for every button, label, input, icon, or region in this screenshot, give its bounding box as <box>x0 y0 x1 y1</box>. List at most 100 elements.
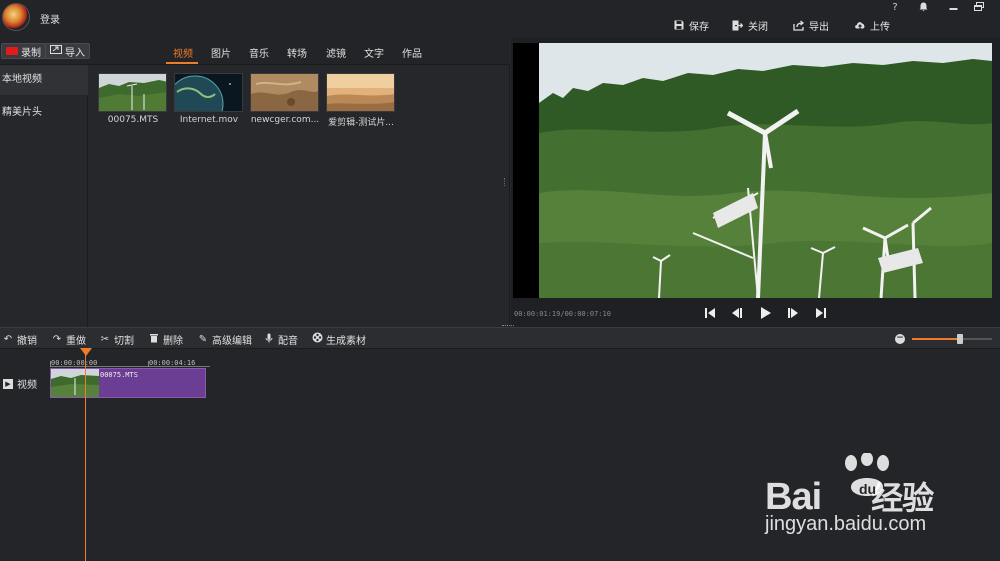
upload-icon <box>854 20 865 31</box>
sidebar-item-local-video[interactable]: 本地视频 <box>0 65 88 95</box>
active-tab-indicator <box>166 62 198 64</box>
next-frame-button[interactable] <box>786 306 800 320</box>
media-name: Internet.mov <box>179 115 239 125</box>
trash-icon <box>149 333 159 346</box>
save-icon <box>673 20 684 31</box>
svg-text:du: du <box>859 481 876 497</box>
export-label: 导出 <box>809 21 829 33</box>
tab-filters[interactable]: 滤镜 <box>326 45 346 60</box>
zoom-slider[interactable] <box>912 334 992 344</box>
cut-button[interactable]: ✂ 切割 <box>100 333 134 347</box>
delete-label: 删除 <box>163 335 183 347</box>
redo-button[interactable]: ↷ 重做 <box>52 333 86 347</box>
media-name: 00075.MTS <box>107 115 159 125</box>
video-player[interactable] <box>513 43 992 298</box>
media-toolbar: 录制 导入 视频 图片 音乐 转场 滤镜 文字 作品 <box>0 38 510 65</box>
skip-end-button[interactable] <box>814 306 828 320</box>
media-name: newcger.com... <box>250 115 320 125</box>
media-thumb-newcger[interactable] <box>250 73 319 112</box>
title-bar: 登录 ? 保存 关闭 导出 上传 <box>0 0 1000 38</box>
track-play-icon[interactable]: ▶ <box>3 378 13 389</box>
microphone-icon <box>264 333 274 346</box>
timeline-toolbar: ↶ 撤销 ↷ 重做 ✂ 切割 删除 ✎ 高级编辑 配音 生成素材 − <box>0 325 1000 349</box>
baidu-jingyan-watermark: Bai 经验 du jingyan.baidu.com <box>765 453 995 543</box>
video-track-header[interactable]: ▶ 视频 <box>3 376 37 391</box>
dub-label: 配音 <box>278 335 298 347</box>
prev-frame-button[interactable] <box>730 306 744 320</box>
help-button[interactable]: ? <box>888 2 902 13</box>
clip-label: 00075.MTS <box>100 371 138 379</box>
media-thumb-aijianji[interactable] <box>326 73 395 112</box>
generate-material-button[interactable]: 生成素材 <box>312 332 366 347</box>
skip-end-icon <box>816 308 826 318</box>
timeline-clip[interactable]: 00075.MTS <box>50 368 206 398</box>
record-button[interactable]: 录制 <box>1 43 46 59</box>
bell-icon[interactable] <box>916 2 930 15</box>
undo-button[interactable]: ↶ 撤销 <box>3 333 37 347</box>
dub-button[interactable]: 配音 <box>264 333 298 347</box>
close-project-label: 关闭 <box>748 21 768 33</box>
film-reel-icon <box>312 332 323 346</box>
login-link[interactable]: 登录 <box>40 11 60 26</box>
undo-icon: ↶ <box>3 333 13 345</box>
next-frame-icon <box>788 308 798 318</box>
minimize-button[interactable] <box>946 2 960 15</box>
redo-icon: ↷ <box>52 333 62 345</box>
landscape-thumbnail <box>99 74 166 111</box>
watermark-url: jingyan.baidu.com <box>765 513 927 535</box>
tab-works[interactable]: 作品 <box>402 45 422 60</box>
sunset-thumbnail <box>327 74 394 111</box>
pencil-icon: ✎ <box>198 333 208 345</box>
save-label: 保存 <box>689 21 709 33</box>
zoom-slider-fill <box>912 338 960 340</box>
ruler-label: 00:00:00:00 <box>51 359 98 367</box>
delete-button[interactable]: 删除 <box>149 333 183 347</box>
preview-timecode: 00:00:01:19/00:00:07:10 <box>514 310 611 318</box>
scissors-icon: ✂ <box>100 333 110 345</box>
play-icon <box>761 307 771 319</box>
tab-video[interactable]: 视频 <box>173 45 193 60</box>
globe-thumbnail <box>175 74 242 111</box>
video-frame <box>513 43 992 298</box>
playhead[interactable] <box>85 349 86 561</box>
advanced-edit-label: 高级编辑 <box>212 335 252 347</box>
clip-thumbnail <box>51 369 99 397</box>
media-sidebar: 本地视频 精美片头 <box>0 65 88 327</box>
panel-resize-handle[interactable] <box>502 325 514 327</box>
media-panel: 录制 导入 视频 图片 音乐 转场 滤镜 文字 作品 本地视频 精美片头 000… <box>0 38 510 327</box>
zoom-out-button[interactable]: − <box>895 334 905 344</box>
skip-start-icon <box>705 308 715 318</box>
restore-button[interactable] <box>972 2 986 15</box>
video-track-label: 视频 <box>17 380 37 391</box>
tab-text[interactable]: 文字 <box>364 45 384 60</box>
close-project-icon <box>732 20 744 31</box>
export-button[interactable]: 导出 <box>793 18 829 33</box>
media-thumb-00075[interactable] <box>98 73 167 112</box>
play-button[interactable] <box>758 306 772 320</box>
save-button[interactable]: 保存 <box>673 18 709 33</box>
upload-button[interactable]: 上传 <box>854 18 890 33</box>
playhead-handle[interactable] <box>80 348 92 356</box>
tab-images[interactable]: 图片 <box>211 45 231 60</box>
watermark-brand-bai: Bai <box>765 476 822 518</box>
media-thumb-internet[interactable] <box>174 73 243 112</box>
upload-label: 上传 <box>870 21 890 33</box>
cut-label: 切割 <box>114 335 134 347</box>
preview-panel: 00:00:01:19/00:00:07:10 <box>511 38 1000 327</box>
import-button[interactable]: 导入 <box>45 43 90 59</box>
tab-transitions[interactable]: 转场 <box>287 45 307 60</box>
zoom-slider-handle[interactable] <box>957 334 963 344</box>
skip-start-button[interactable] <box>703 306 717 320</box>
undo-label: 撤销 <box>17 335 37 347</box>
terrain-thumbnail <box>251 74 318 111</box>
redo-label: 重做 <box>66 335 86 347</box>
tab-music[interactable]: 音乐 <box>249 45 269 60</box>
import-icon <box>50 45 62 57</box>
ruler-label: 00:00:04:16 <box>149 359 196 367</box>
app-logo[interactable] <box>2 3 30 31</box>
advanced-edit-button[interactable]: ✎ 高级编辑 <box>198 333 252 347</box>
close-project-button[interactable]: 关闭 <box>732 18 768 33</box>
splitter-handle[interactable] <box>504 178 506 186</box>
sidebar-item-intros[interactable]: 精美片头 <box>0 98 88 128</box>
record-icon <box>6 47 18 55</box>
